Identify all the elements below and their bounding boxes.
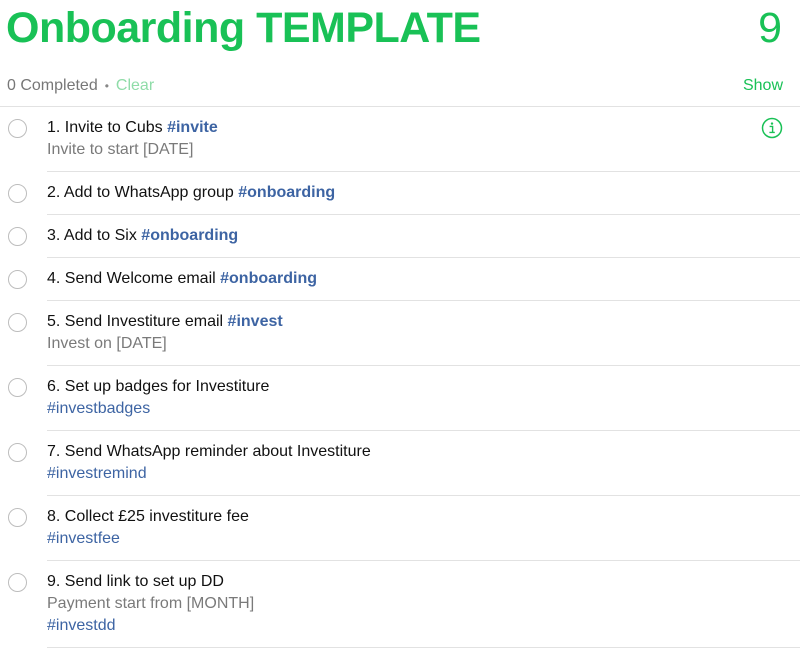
item-title: 9. Send link to set up DD [47, 573, 224, 590]
completed-count: 0 Completed [7, 77, 98, 94]
info-circle-icon[interactable] [761, 117, 783, 139]
item-count: 9 [758, 4, 782, 52]
completion-checkbox[interactable] [8, 270, 27, 289]
item-title: 5. Send Investiture email [47, 313, 224, 330]
item-title: 4. Send Welcome email [47, 270, 216, 287]
list-title: Onboarding TEMPLATE [6, 4, 481, 52]
item-title: 6. Set up badges for Investiture [47, 378, 270, 395]
completion-checkbox[interactable] [8, 573, 27, 592]
item-title: 7. Send WhatsApp reminder about Investit… [47, 443, 371, 460]
item-title: 3. Add to Six [47, 227, 137, 244]
item-tag[interactable]: #investremind [47, 463, 800, 485]
list-item[interactable]: 1. Invite to Cubs #invite Invite to star… [0, 107, 800, 172]
item-note: Invite to start [DATE] [47, 141, 194, 158]
item-tag[interactable]: #investfee [47, 528, 800, 550]
item-title: 8. Collect £25 investiture fee [47, 508, 249, 525]
item-note: Invest on [DATE] [47, 335, 167, 352]
item-title: 1. Invite to Cubs [47, 119, 163, 136]
item-tag[interactable]: #onboarding [141, 227, 238, 244]
completion-checkbox[interactable] [8, 119, 27, 138]
item-note: Payment start from [MONTH] [47, 595, 255, 612]
completion-checkbox[interactable] [8, 227, 27, 246]
list-item[interactable]: 2. Add to WhatsApp group #onboarding [0, 172, 800, 215]
completion-checkbox[interactable] [8, 378, 27, 397]
item-tag[interactable]: #investdd [47, 615, 800, 637]
completed-summary: 0 Completed • Clear [7, 76, 154, 96]
item-tag[interactable]: #onboarding [238, 184, 335, 201]
list-item[interactable]: 6. Set up badges for Investiture #invest… [0, 366, 800, 431]
clear-button[interactable]: Clear [116, 77, 154, 94]
list-item[interactable]: 9. Send link to set up DD Payment start … [0, 561, 800, 648]
list-item[interactable]: 5. Send Investiture email #invest Invest… [0, 301, 800, 366]
item-title: 2. Add to WhatsApp group [47, 184, 234, 201]
item-tag[interactable]: #invite [167, 119, 218, 136]
completion-checkbox[interactable] [8, 443, 27, 462]
show-completed-button[interactable]: Show [743, 76, 783, 96]
separator-dot: • [104, 79, 109, 93]
completion-checkbox[interactable] [8, 184, 27, 203]
item-tag[interactable]: #onboarding [220, 270, 317, 287]
list-item[interactable]: 8. Collect £25 investiture fee #investfe… [0, 496, 800, 561]
item-tag[interactable]: #invest [228, 313, 283, 330]
completion-checkbox[interactable] [8, 313, 27, 332]
completion-checkbox[interactable] [8, 508, 27, 527]
list-item[interactable]: 3. Add to Six #onboarding [0, 215, 800, 258]
item-tag[interactable]: #investbadges [47, 398, 800, 420]
list-item[interactable]: 7. Send WhatsApp reminder about Investit… [0, 431, 800, 496]
list-item[interactable]: 4. Send Welcome email #onboarding [0, 258, 800, 301]
reminder-list: 1. Invite to Cubs #invite Invite to star… [0, 107, 800, 648]
